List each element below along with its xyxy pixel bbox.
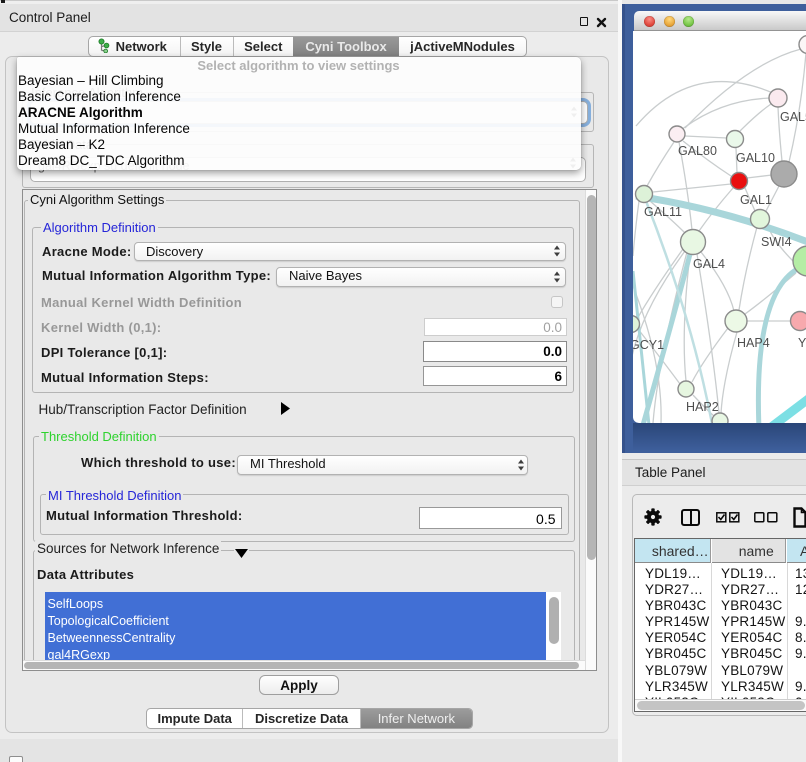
svg-text:GAL80: GAL80	[678, 144, 717, 158]
svg-text:SWI4: SWI4	[761, 235, 792, 249]
svg-text:GAL10: GAL10	[736, 151, 775, 165]
svg-text:GAL1: GAL1	[740, 193, 772, 207]
svg-text:GAL4: GAL4	[693, 257, 725, 271]
svg-text:GAL11: GAL11	[644, 205, 682, 219]
svg-text:HAP2: HAP2	[686, 400, 719, 414]
svg-text:GCY1: GCY1	[633, 338, 664, 352]
svg-text:Y: Y	[798, 336, 806, 350]
svg-text:GAL5: GAL5	[780, 110, 806, 124]
svg-text:HAP4: HAP4	[737, 336, 770, 350]
